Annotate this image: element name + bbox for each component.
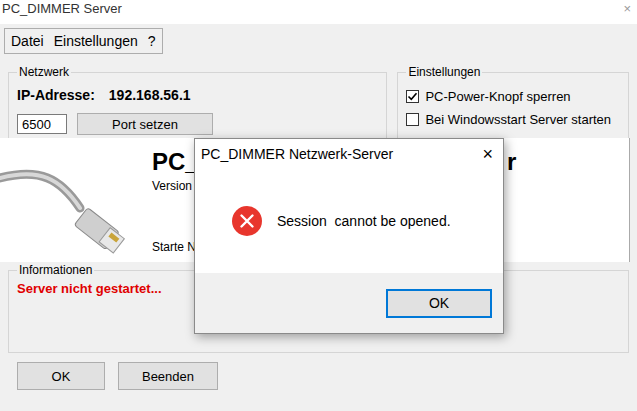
port-button[interactable]: Port setzen — [77, 113, 213, 135]
menu-item[interactable]: Einstellungen — [54, 33, 138, 49]
error-dialog: PC_DIMMER Netzwerk-Server × Session cannot… — [194, 138, 504, 334]
menu-bar: Datei Einstellungen? — [4, 28, 163, 54]
group-label: Einstellungen — [406, 65, 482, 79]
menu-item[interactable]: ? — [148, 33, 156, 49]
splash-version: Version — [152, 179, 192, 193]
ip-label: IP-Adresse: — [17, 87, 95, 103]
checkbox[interactable] — [406, 90, 419, 103]
splash-title: PC_ — [152, 148, 199, 176]
ok-button[interactable]: OK — [17, 362, 105, 390]
button-row: OK Beenden — [0, 362, 637, 390]
splash-title-rest: r — [507, 148, 516, 176]
ip-address: 192.168.56.1 — [109, 87, 191, 103]
port-input[interactable]: 6500 — [17, 114, 67, 134]
dialog-footer: OK — [195, 273, 503, 333]
dialog-ok-button[interactable]: OK — [386, 289, 492, 318]
checkbox-label: PC-Power-Knopf sperren — [425, 89, 570, 104]
menu-item[interactable]: Datei — [11, 33, 44, 49]
network-cable-icon — [0, 138, 135, 262]
quit-button[interactable]: Beenden — [118, 362, 218, 390]
checkbox-label: Bei Windowsstart Server starten — [425, 112, 611, 127]
splash-status: Starte N — [152, 240, 196, 254]
checkbox-row[interactable]: PC-Power-Knopf sperren — [406, 89, 620, 104]
checkbox[interactable] — [406, 113, 419, 126]
group-label: Netzwerk — [17, 65, 71, 79]
dialog-close-button[interactable]: × — [482, 144, 493, 165]
dialog-body: Session cannot be opened. — [195, 169, 503, 273]
window-title: PC_DIMMER Server — [2, 1, 122, 16]
checkbox-row[interactable]: Bei Windowsstart Server starten — [406, 112, 620, 127]
dialog-title-bar: PC_DIMMER Netzwerk-Server × — [195, 139, 503, 169]
group-label: Informationen — [17, 263, 94, 277]
port-row: 6500 Port setzen — [17, 113, 378, 135]
check-icon — [407, 91, 418, 102]
error-icon — [231, 205, 263, 237]
dialog-title: PC_DIMMER Netzwerk-Server — [201, 146, 393, 162]
close-button[interactable]: × — [623, 1, 631, 16]
ip-row: IP-Adresse: 192.168.56.1 — [17, 87, 378, 103]
title-bar: PC_DIMMER Server × — [0, 0, 637, 24]
dialog-message: Session cannot be opened. — [277, 213, 451, 229]
